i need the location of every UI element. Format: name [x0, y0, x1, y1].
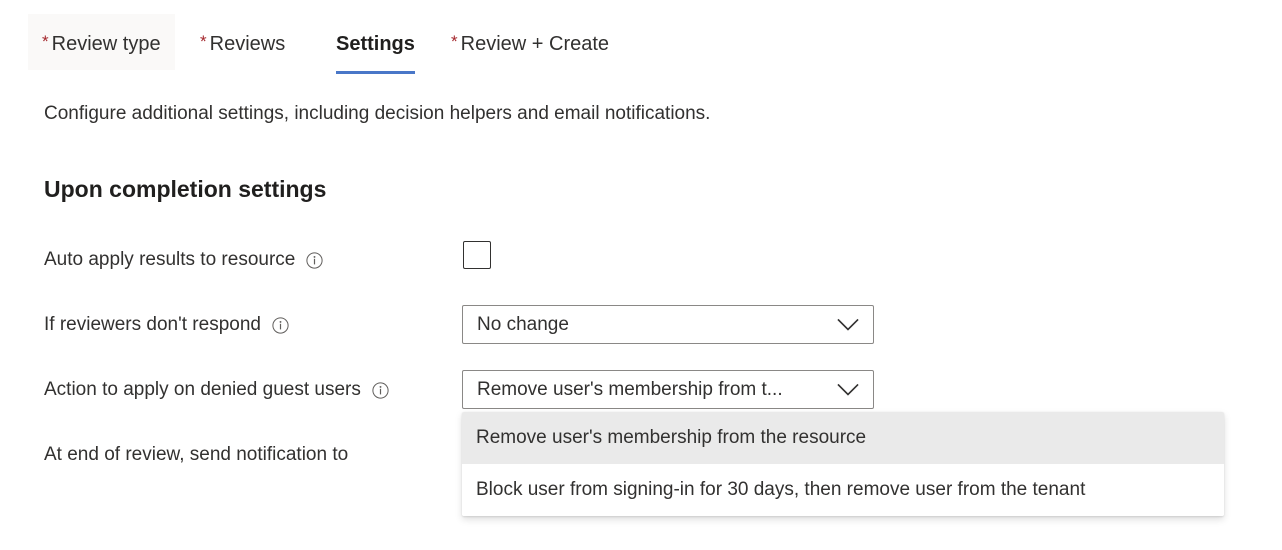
field-row-auto-apply: Auto apply results to resource: [44, 241, 323, 279]
tab-reviews[interactable]: * Reviews: [186, 14, 299, 70]
wizard-tab-bar: * Review type * Reviews Settings * Revie…: [0, 0, 1282, 76]
field-label: Action to apply on denied guest users: [44, 379, 361, 400]
field-row-denied-guest-users: Action to apply on denied guest users: [44, 371, 389, 409]
info-circle-icon[interactable]: [306, 251, 323, 269]
tab-label: Reviews: [209, 33, 286, 55]
auto-apply-checkbox[interactable]: [463, 241, 491, 269]
tab-label: Review + Create: [460, 33, 610, 55]
select-value: No change: [477, 313, 569, 335]
section-title-upon-completion: Upon completion settings: [44, 176, 327, 202]
field-label: Auto apply results to resource: [44, 249, 296, 270]
tab-label: Settings: [336, 33, 415, 55]
info-circle-icon[interactable]: [272, 316, 289, 334]
required-asterisk: *: [200, 32, 207, 51]
dropdown-option[interactable]: Block user from signing-in for 30 days, …: [462, 464, 1224, 516]
required-asterisk: *: [42, 32, 49, 51]
denied-guest-users-select[interactable]: Remove user's membership from t...: [462, 370, 874, 409]
page-description: Configure additional settings, including…: [44, 103, 711, 124]
field-label: At end of review, send notification to: [44, 444, 349, 465]
dropdown-option[interactable]: Remove user's membership from the resour…: [462, 412, 1224, 464]
info-circle-icon[interactable]: [372, 381, 389, 399]
tab-label: Review type: [51, 33, 161, 55]
required-asterisk: *: [451, 32, 458, 51]
denied-guest-users-dropdown-panel: Remove user's membership from the resour…: [462, 412, 1224, 516]
active-tab-underline: [336, 71, 415, 74]
chevron-down-icon[interactable]: [835, 312, 861, 338]
tab-review-create[interactable]: * Review + Create: [437, 14, 623, 70]
select-value: Remove user's membership from t...: [477, 378, 783, 400]
tab-review-type[interactable]: * Review type: [28, 14, 175, 70]
tab-settings[interactable]: Settings: [322, 14, 429, 74]
field-row-no-respond: If reviewers don't respond: [44, 306, 289, 344]
field-row-send-notification: At end of review, send notification to: [44, 436, 348, 474]
no-respond-select[interactable]: No change: [462, 305, 874, 344]
field-label: If reviewers don't respond: [44, 314, 261, 335]
chevron-down-icon[interactable]: [835, 377, 861, 403]
